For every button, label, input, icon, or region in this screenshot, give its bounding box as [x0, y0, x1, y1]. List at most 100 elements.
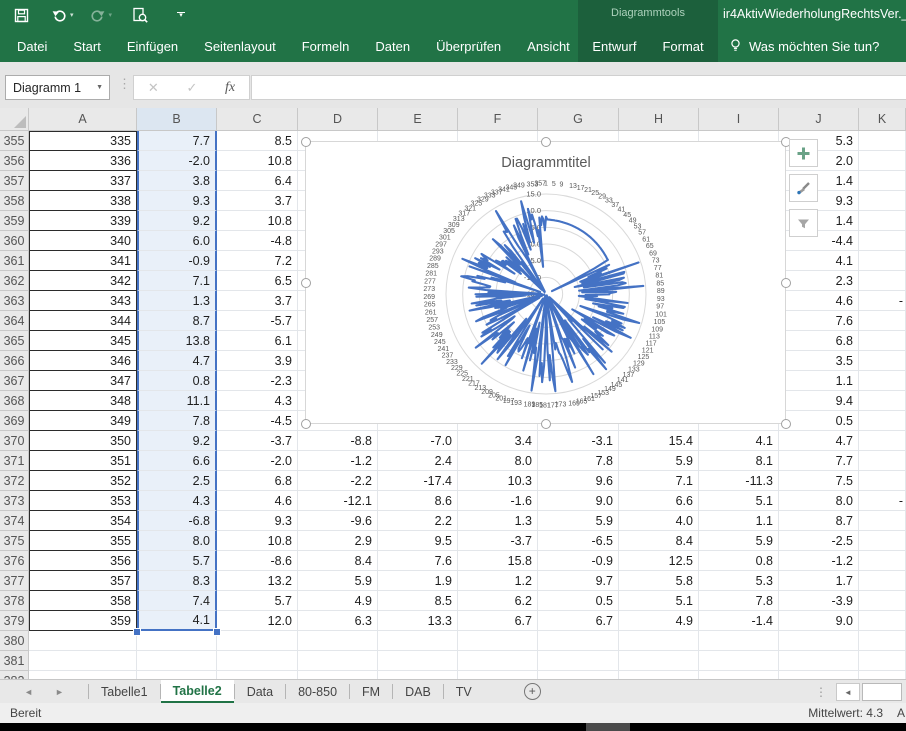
chart-handle-3[interactable]: [301, 278, 311, 288]
cell-H375[interactable]: 8.4: [619, 531, 699, 551]
row-header-373[interactable]: 373: [0, 491, 29, 511]
radar-series[interactable]: [461, 201, 643, 391]
cell-D379[interactable]: 6.3: [298, 611, 378, 631]
cell-C355[interactable]: 8.5: [217, 131, 298, 151]
cell-J378[interactable]: -3.9: [779, 591, 859, 611]
ribbon-tab-überprüfen[interactable]: Überprüfen: [423, 30, 514, 62]
cell-G379[interactable]: 6.7: [538, 611, 619, 631]
cell-A358[interactable]: 338: [29, 191, 137, 211]
cell-J372[interactable]: 7.5: [779, 471, 859, 491]
cell-B361[interactable]: -0.9: [137, 251, 217, 271]
row-header-381[interactable]: 381: [0, 651, 29, 671]
row-header-356[interactable]: 356: [0, 151, 29, 171]
column-header-G[interactable]: G: [538, 108, 619, 131]
cell-A364[interactable]: 344: [29, 311, 137, 331]
cell-K375[interactable]: [859, 531, 906, 551]
cell-K373[interactable]: -: [859, 491, 906, 511]
sheet-next-icon[interactable]: ►: [55, 687, 64, 697]
cell-A368[interactable]: 348: [29, 391, 137, 411]
ribbon-tab-entwurf[interactable]: Entwurf: [579, 30, 649, 62]
cell-J375[interactable]: -2.5: [779, 531, 859, 551]
cell-G375[interactable]: -6.5: [538, 531, 619, 551]
cell-K361[interactable]: [859, 251, 906, 271]
cell-K362[interactable]: [859, 271, 906, 291]
row-header-375[interactable]: 375: [0, 531, 29, 551]
cell-G381[interactable]: [538, 651, 619, 671]
cell-I377[interactable]: 5.3: [699, 571, 779, 591]
cell-D377[interactable]: 5.9: [298, 571, 378, 591]
column-header-B[interactable]: B: [137, 108, 217, 131]
cell-K379[interactable]: [859, 611, 906, 631]
cell-I382[interactable]: [699, 671, 779, 679]
cell-D381[interactable]: [298, 651, 378, 671]
cell-I371[interactable]: 8.1: [699, 451, 779, 471]
cell-C357[interactable]: 6.4: [217, 171, 298, 191]
column-header-K[interactable]: K: [859, 108, 906, 131]
cell-B380[interactable]: [137, 631, 217, 651]
cell-G382[interactable]: [538, 671, 619, 679]
cell-E380[interactable]: [378, 631, 458, 651]
ribbon-tab-seitenlayout[interactable]: Seitenlayout: [191, 30, 289, 62]
column-header-H[interactable]: H: [619, 108, 699, 131]
column-header-E[interactable]: E: [378, 108, 458, 131]
row-header-372[interactable]: 372: [0, 471, 29, 491]
cell-E376[interactable]: 7.6: [378, 551, 458, 571]
cell-F371[interactable]: 8.0: [458, 451, 538, 471]
cell-C363[interactable]: 3.7: [217, 291, 298, 311]
cell-C372[interactable]: 6.8: [217, 471, 298, 491]
cell-H382[interactable]: [619, 671, 699, 679]
cell-I372[interactable]: -11.3: [699, 471, 779, 491]
cell-K376[interactable]: [859, 551, 906, 571]
cell-F373[interactable]: -1.6: [458, 491, 538, 511]
cell-J370[interactable]: 4.7: [779, 431, 859, 451]
cell-E381[interactable]: [378, 651, 458, 671]
cell-E370[interactable]: -7.0: [378, 431, 458, 451]
row-header-358[interactable]: 358: [0, 191, 29, 211]
cell-B382[interactable]: [137, 671, 217, 679]
cell-A362[interactable]: 342: [29, 271, 137, 291]
cell-C379[interactable]: 12.0: [217, 611, 298, 631]
cell-H374[interactable]: 4.0: [619, 511, 699, 531]
cell-H370[interactable]: 15.4: [619, 431, 699, 451]
cell-G376[interactable]: -0.9: [538, 551, 619, 571]
cell-G374[interactable]: 5.9: [538, 511, 619, 531]
cell-I381[interactable]: [699, 651, 779, 671]
cell-A379[interactable]: 359: [29, 611, 137, 631]
cell-A367[interactable]: 347: [29, 371, 137, 391]
cell-A365[interactable]: 345: [29, 331, 137, 351]
chart-handle-7[interactable]: [781, 419, 791, 429]
row-header-374[interactable]: 374: [0, 511, 29, 531]
row-header-369[interactable]: 369: [0, 411, 29, 431]
cell-A359[interactable]: 339: [29, 211, 137, 231]
chart-handle-6[interactable]: [541, 419, 551, 429]
cell-B355[interactable]: 7.7: [137, 131, 217, 151]
cell-C368[interactable]: 4.3: [217, 391, 298, 411]
fill-handle-left[interactable]: [133, 628, 141, 636]
cell-I375[interactable]: 5.9: [699, 531, 779, 551]
select-all-corner[interactable]: [0, 108, 29, 131]
cell-J381[interactable]: [779, 651, 859, 671]
sheet-tab-fm[interactable]: FM: [350, 680, 392, 703]
cell-D374[interactable]: -9.6: [298, 511, 378, 531]
cell-H379[interactable]: 4.9: [619, 611, 699, 631]
cell-E378[interactable]: 8.5: [378, 591, 458, 611]
cell-A360[interactable]: 340: [29, 231, 137, 251]
cell-E379[interactable]: 13.3: [378, 611, 458, 631]
cell-B365[interactable]: 13.8: [137, 331, 217, 351]
cell-C362[interactable]: 6.5: [217, 271, 298, 291]
cell-B373[interactable]: 4.3: [137, 491, 217, 511]
undo-icon[interactable]: [51, 8, 67, 23]
cell-C382[interactable]: [217, 671, 298, 679]
sheet-tab-data[interactable]: Data: [235, 680, 285, 703]
column-header-I[interactable]: I: [699, 108, 779, 131]
row-header-361[interactable]: 361: [0, 251, 29, 271]
new-sheet-button[interactable]: +: [524, 680, 541, 703]
cell-F380[interactable]: [458, 631, 538, 651]
formula-input[interactable]: [251, 75, 906, 100]
cell-B358[interactable]: 9.3: [137, 191, 217, 211]
cell-K363[interactable]: -: [859, 291, 906, 311]
chart-title[interactable]: Diagrammtitel: [501, 155, 590, 171]
cell-B359[interactable]: 9.2: [137, 211, 217, 231]
cell-I380[interactable]: [699, 631, 779, 651]
sheet-tab-tabelle1[interactable]: Tabelle1: [89, 680, 160, 703]
